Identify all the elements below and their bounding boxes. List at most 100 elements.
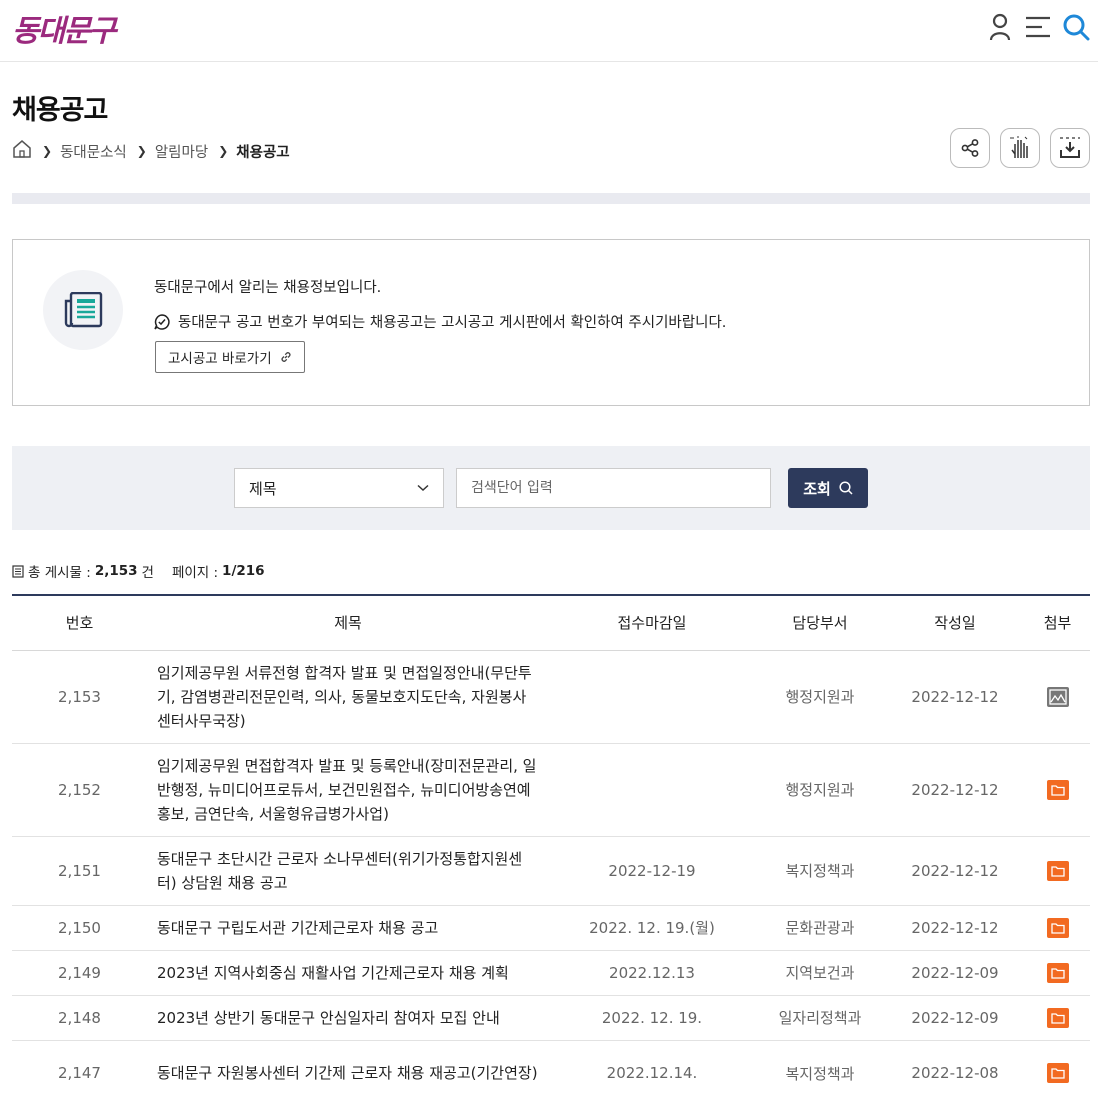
- site-header: 동대문구: [0, 0, 1098, 62]
- row-date: 2022-12-08: [885, 1040, 1025, 1106]
- row-dept: 행정지원과: [755, 743, 885, 837]
- breadcrumb: ❯ 동대문소식 ❯ 알림마당 ❯ 채용공고: [12, 140, 290, 162]
- row-attachment: [1025, 1040, 1090, 1106]
- page-value: 1/216: [222, 563, 265, 579]
- notice-board-link[interactable]: 고시공고 바로가기: [155, 341, 305, 373]
- col-header-deadline: 접수마감일: [549, 595, 755, 651]
- check-chat-icon: [154, 313, 170, 330]
- col-header-date: 작성일: [885, 595, 1025, 651]
- search-icon[interactable]: [1062, 12, 1090, 42]
- col-header-attach: 첨부: [1025, 595, 1090, 651]
- file-attachment-icon[interactable]: [1046, 1063, 1069, 1083]
- search-button-label: 조회: [803, 479, 831, 498]
- info-notice: 동대문구 공고 번호가 부여되는 채용공고는 고시공고 게시판에서 확인하여 주…: [154, 311, 726, 332]
- row-deadline: 2022. 12. 19.: [549, 995, 755, 1041]
- row-number: 2,151: [12, 836, 147, 906]
- col-header-no: 번호: [12, 595, 147, 651]
- row-attachment: [1025, 995, 1090, 1041]
- image-attachment-icon[interactable]: [1046, 686, 1069, 707]
- row-attachment: [1025, 905, 1090, 951]
- share-button[interactable]: [950, 128, 990, 168]
- download-button[interactable]: [1050, 128, 1090, 168]
- row-attachment: [1025, 950, 1090, 996]
- row-attachment: [1025, 836, 1090, 906]
- header-icons: [986, 12, 1090, 42]
- row-attachment: [1025, 650, 1090, 744]
- row-title-link[interactable]: 임기제공무원 서류전형 합격자 발표 및 면접일정안내(무단투기, 감염병관리전…: [147, 650, 549, 744]
- gesture-button[interactable]: [1000, 128, 1040, 168]
- total-unit: 건: [141, 565, 154, 581]
- link-icon: [281, 352, 291, 362]
- breadcrumb-current: 채용공고: [236, 144, 290, 161]
- search-button[interactable]: 조회: [788, 468, 868, 508]
- file-attachment-icon[interactable]: [1046, 917, 1069, 938]
- table-row[interactable]: 2,149 2023년 지역사회중심 재활사업 기간제근로자 채용 계획 2022.…: [12, 950, 1090, 996]
- total-label: 총 게시물 :: [28, 565, 91, 581]
- chevron-right-icon: ❯: [136, 144, 147, 158]
- file-attachment-icon[interactable]: [1046, 1007, 1069, 1028]
- search-icon: [839, 481, 853, 495]
- row-number: 2,147: [12, 1040, 147, 1106]
- row-deadline: 2022.12.13: [549, 950, 755, 996]
- row-dept: 지역보건과: [755, 950, 885, 996]
- breadcrumb-item[interactable]: 알림마당: [155, 141, 208, 162]
- row-title-link[interactable]: 2023년 지역사회중심 재활사업 기간제근로자 채용 계획: [147, 950, 549, 996]
- row-title-link[interactable]: 동대문구 자원봉사센터 기간제 근로자 채용 재공고(기간연장): [147, 1040, 549, 1106]
- menu-icon[interactable]: [1024, 12, 1052, 42]
- chevron-down-icon: [417, 484, 429, 492]
- row-title-link[interactable]: 2023년 상반기 동대문구 안심일자리 참여자 모집 안내: [147, 995, 549, 1041]
- row-dept: 일자리정책과: [755, 995, 885, 1041]
- table-row[interactable]: 2,150 동대문구 구립도서관 기간제근로자 채용 공고 2022. 12. 19…: [12, 905, 1090, 951]
- row-title-link[interactable]: 임기제공무원 면접합격자 발표 및 등록안내(장미전문관리, 일반행정, 뉴미디…: [147, 743, 549, 837]
- file-attachment-icon[interactable]: [1046, 860, 1069, 881]
- gesture-icon: [1010, 136, 1028, 158]
- document-icon: [12, 564, 24, 578]
- info-box: 동대문구에서 알리는 채용정보입니다. 동대문구 공고 번호가 부여되는 채용공…: [12, 239, 1090, 406]
- row-deadline: 2022.12.14.: [549, 1040, 755, 1106]
- board-counts: 총 게시물 : 2,153 건 페이지 : 1/216: [12, 561, 265, 581]
- row-date: 2022-12-12: [885, 743, 1025, 837]
- info-notice-text: 동대문구 공고 번호가 부여되는 채용공고는 고시공고 게시판에서 확인하여 주…: [178, 315, 727, 331]
- row-deadline: [549, 743, 755, 837]
- row-deadline: 2022. 12. 19.(월): [549, 905, 755, 951]
- row-title-link[interactable]: 동대문구 구립도서관 기간제근로자 채용 공고: [147, 905, 549, 951]
- page-label: 페이지 :: [171, 565, 219, 581]
- newspaper-icon: [64, 292, 103, 328]
- file-attachment-icon[interactable]: [1046, 779, 1069, 800]
- row-date: 2022-12-12: [885, 905, 1025, 951]
- table-row[interactable]: 2,148 2023년 상반기 동대문구 안심일자리 참여자 모집 안내 2022.…: [12, 995, 1090, 1041]
- info-text: 동대문구에서 알리는 채용정보입니다.: [154, 280, 382, 296]
- table-row[interactable]: 2,152 임기제공무원 면접합격자 발표 및 등록안내(장미전문관리, 일반행정…: [12, 743, 1090, 837]
- user-icon[interactable]: [986, 12, 1014, 42]
- row-title-link[interactable]: 동대문구 초단시간 근로자 소나무센터(위기가정통합지원센터) 상담원 채용 공…: [147, 836, 549, 906]
- row-date: 2022-12-09: [885, 995, 1025, 1041]
- info-icon-wrapper: [43, 270, 123, 350]
- table-row[interactable]: 2,151 동대문구 초단시간 근로자 소나무센터(위기가정통합지원센터) 상담원…: [12, 836, 1090, 906]
- search-area: 제목 조회: [12, 446, 1090, 530]
- page-title: 채용공고: [12, 95, 108, 126]
- chevron-right-icon: ❯: [42, 144, 53, 158]
- search-input[interactable]: [456, 468, 771, 508]
- breadcrumb-item[interactable]: 동대문소식: [60, 141, 127, 162]
- search-field-select[interactable]: 제목: [234, 468, 444, 508]
- row-number: 2,149: [12, 950, 147, 996]
- divider-bar: [12, 193, 1090, 204]
- row-dept: 행정지원과: [755, 650, 885, 744]
- site-logo[interactable]: 동대문구: [12, 6, 116, 50]
- row-deadline: [549, 650, 755, 744]
- table-row[interactable]: 2,153 임기제공무원 서류전형 합격자 발표 및 면접일정안내(무단투기, 감…: [12, 650, 1090, 744]
- home-icon[interactable]: [12, 140, 32, 162]
- table-header-row: 번호 제목 접수마감일 담당부서 작성일 첨부: [12, 595, 1090, 651]
- col-header-dept: 담당부서: [755, 595, 885, 651]
- row-date: 2022-12-12: [885, 650, 1025, 744]
- table-row[interactable]: 2,147 동대문구 자원봉사센터 기간제 근로자 채용 재공고(기간연장) 202…: [12, 1040, 1090, 1106]
- row-number: 2,148: [12, 995, 147, 1041]
- row-dept: 문화관광과: [755, 905, 885, 951]
- share-icon: [961, 139, 979, 157]
- file-attachment-icon[interactable]: [1046, 962, 1069, 983]
- download-icon: [1060, 137, 1080, 158]
- row-date: 2022-12-09: [885, 950, 1025, 996]
- chevron-right-icon: ❯: [218, 144, 229, 158]
- row-dept: 복지정책과: [755, 1040, 885, 1106]
- row-number: 2,152: [12, 743, 147, 837]
